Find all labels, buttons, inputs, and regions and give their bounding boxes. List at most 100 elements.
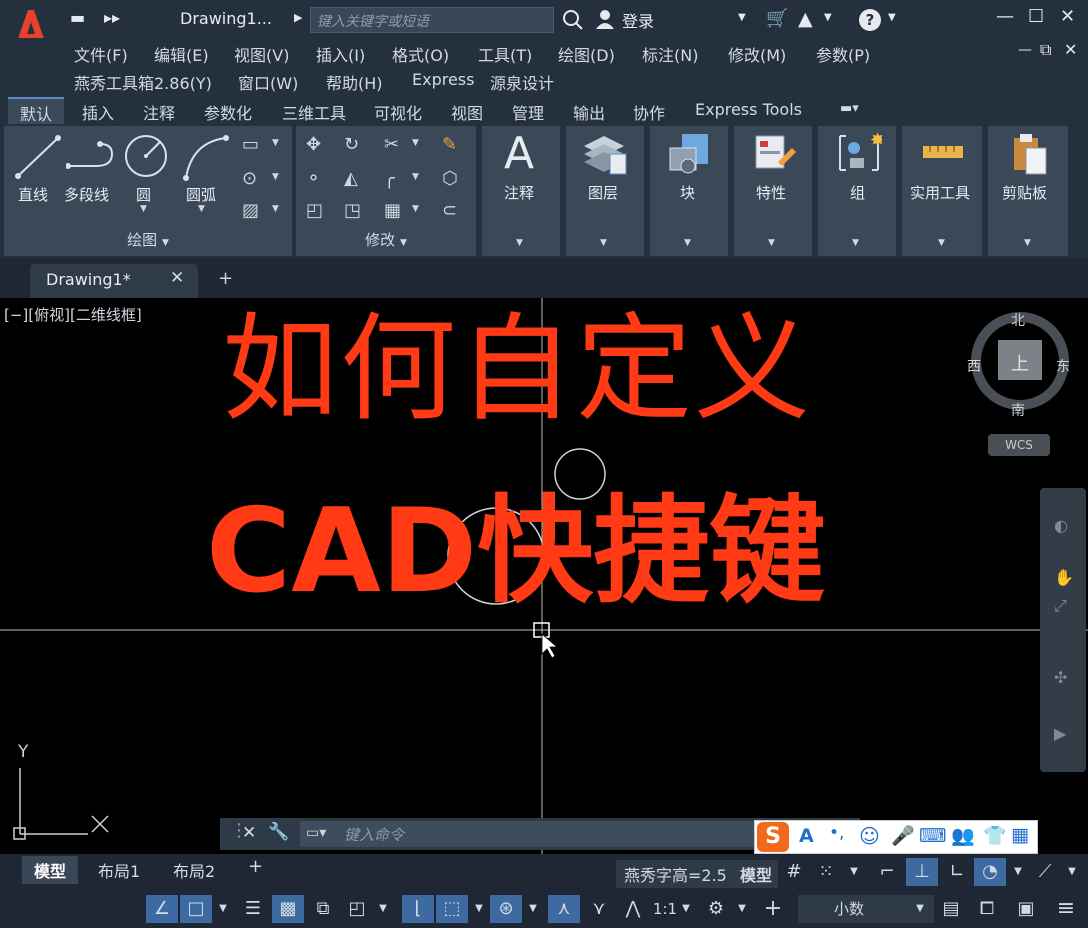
close-window-icon[interactable]: ✕ [1060, 6, 1075, 27]
circle-icon[interactable] [122, 132, 170, 180]
ime-english-icon[interactable]: A [799, 825, 814, 847]
tab-parametric[interactable]: 参数化 [204, 100, 252, 124]
ime-keyboard-icon[interactable]: ⌨ [919, 825, 946, 847]
draw-panel-footer[interactable]: 绘图 ▼ [4, 229, 292, 250]
gizmo-dropdown-icon[interactable]: ▼ [524, 895, 542, 923]
menu-insert[interactable]: 插入(I) [316, 42, 365, 66]
arc-label[interactable]: 圆弧 [186, 184, 216, 205]
clipboard-dropdown-icon[interactable]: ▼ [1024, 238, 1031, 248]
properties-dropdown-icon[interactable]: ▼ [768, 238, 775, 248]
group-dropdown-icon[interactable]: ▼ [852, 238, 859, 248]
ellipse-dropdown-icon[interactable]: ▼ [272, 172, 279, 182]
annotation-panel[interactable]: A 注释 ▼ [482, 126, 560, 256]
model-space-button[interactable]: 模型 [734, 860, 779, 888]
auto-scale-icon[interactable]: ⋎ [584, 895, 614, 923]
pan-icon[interactable]: ✋ [1054, 568, 1074, 587]
selection-filter-icon[interactable]: ⬚ [436, 895, 468, 923]
tab-annotate[interactable]: 注释 [143, 100, 175, 124]
rectangle-dropdown-icon[interactable]: ▼ [272, 138, 279, 148]
rectangle-icon[interactable]: ▭ [242, 134, 259, 155]
doc-close-icon[interactable]: ✕ [1064, 40, 1077, 59]
command-customize-icon[interactable]: 🔧 [268, 822, 289, 842]
tab-model[interactable]: 模型 [22, 856, 79, 884]
units-dropdown-icon[interactable]: ▼ [910, 895, 930, 923]
minimize-icon[interactable]: — [996, 6, 1014, 27]
clipboard-panel[interactable]: 剪贴板 ▼ [988, 126, 1068, 256]
steering-wheel-icon[interactable]: ◐ [1054, 516, 1068, 535]
doc-restore-icon[interactable]: ⧉ [1040, 40, 1051, 60]
viewcube-top-face[interactable]: 上 [1011, 350, 1029, 376]
drawing-tab[interactable]: Drawing1* ✕ [30, 264, 198, 298]
a360-dropdown-icon[interactable]: ▼ [824, 12, 832, 23]
tab-3d-tools[interactable]: 三维工具 [282, 100, 346, 124]
viewcube-north[interactable]: 北 [1011, 310, 1025, 330]
arc-dropdown-icon[interactable]: ▼ [198, 204, 205, 214]
orbit-icon[interactable]: ✣ [1054, 668, 1067, 687]
menu-yuanquan[interactable]: 源泉设计 [490, 70, 554, 94]
tab-layout1[interactable]: 布局1 [98, 858, 140, 882]
a360-icon[interactable]: ▲ [798, 8, 813, 30]
snap-icon[interactable]: ⁙ [812, 858, 840, 886]
new-file-icon[interactable]: ▬ [70, 8, 85, 27]
close-tab-icon[interactable]: ✕ [170, 268, 184, 288]
hatch-dropdown-icon[interactable]: ▼ [272, 204, 279, 214]
block-dropdown-icon[interactable]: ▼ [684, 238, 691, 248]
customization-menu-icon[interactable]: ≡ [1050, 895, 1082, 923]
menu-modify[interactable]: 修改(M) [728, 42, 786, 66]
title-arrow-icon[interactable]: ▶ [294, 11, 302, 24]
erase-icon[interactable]: ✎ [442, 134, 457, 155]
ime-toolbox-icon[interactable]: ▦ [1011, 824, 1029, 846]
polyline-icon[interactable] [66, 136, 120, 180]
new-layout-icon[interactable]: + [248, 856, 263, 877]
circle-label[interactable]: 圆 [136, 184, 151, 205]
line-label[interactable]: 直线 [18, 184, 48, 205]
recent-commands-icon[interactable]: ▭▾ [306, 825, 326, 841]
ortho-icon[interactable]: ∟ [942, 858, 972, 886]
help-dropdown-icon[interactable]: ▼ [888, 12, 896, 23]
tab-visualize[interactable]: 可视化 [374, 100, 422, 124]
quick-properties-icon[interactable]: ▤ [936, 895, 966, 923]
help-icon[interactable]: ? [858, 8, 882, 32]
ime-skin-icon[interactable]: 👕 [983, 824, 1007, 847]
utilities-panel[interactable]: 实用工具 ▼ [902, 126, 982, 256]
menu-tools[interactable]: 工具(T) [478, 42, 532, 66]
dynamic-input-icon[interactable]: ⊥ [906, 858, 938, 886]
move-icon[interactable]: ✥ [306, 134, 321, 155]
arc-icon[interactable] [182, 134, 232, 182]
search-icon[interactable] [562, 9, 584, 31]
quick-access-more-icon[interactable]: ▸▸ [104, 8, 120, 27]
offset-icon[interactable]: ⊂ [442, 200, 457, 221]
ellipse-icon[interactable]: ⊙ [242, 168, 257, 189]
isodraft-dropdown-icon[interactable]: ▼ [1062, 858, 1082, 886]
stretch-icon[interactable]: ◰ [306, 200, 323, 221]
menu-express[interactable]: Express [412, 70, 474, 89]
modify-panel-dropdown-icon[interactable]: ▼ [400, 238, 407, 248]
ime-emoji-icon[interactable]: ☺ [859, 824, 880, 848]
line-icon[interactable] [14, 132, 64, 182]
infer-constraints-icon[interactable]: ⌐ [872, 858, 902, 886]
layers-panel[interactable]: 图层 ▼ [566, 126, 644, 256]
command-input[interactable]: 键入命令 [300, 821, 760, 847]
drawing-canvas[interactable]: [−][俯视][二维线框] Y 如何自定义 CAD快捷键 北 西 东 南 上 W… [0, 298, 1088, 854]
utilities-dropdown-icon[interactable]: ▼ [938, 238, 945, 248]
transparency-icon[interactable]: ▩ [272, 895, 304, 923]
snap-dropdown-icon[interactable]: ▼ [844, 858, 864, 886]
object-snap-icon[interactable]: □ [180, 895, 212, 923]
wcs-menu[interactable]: WCS [988, 434, 1050, 456]
ribbon-minimize-icon[interactable]: ▬▾ [840, 101, 859, 116]
maximize-icon[interactable]: ☐ [1028, 6, 1044, 27]
annotation-scale-value[interactable]: 1:1 [652, 895, 678, 923]
mirror-icon[interactable]: ◭ [344, 168, 358, 189]
scale-dropdown-icon[interactable]: ▼ [678, 895, 694, 923]
menu-edit[interactable]: 编辑(E) [154, 42, 209, 66]
cart-icon[interactable]: 🛒 [766, 8, 788, 29]
menu-help[interactable]: 帮助(H) [326, 70, 383, 94]
showmotion-icon[interactable]: ▶ [1054, 724, 1066, 743]
annotation-scale-icon[interactable]: ⋀ [618, 895, 648, 923]
viewcube-south[interactable]: 南 [1011, 400, 1025, 420]
tab-home[interactable]: 默认 [8, 97, 65, 127]
viewcube-west[interactable]: 西 [967, 356, 981, 376]
doc-minimize-icon[interactable]: — [1018, 42, 1032, 58]
menu-yanxiu[interactable]: 燕秀工具箱2.86(Y) [74, 70, 212, 94]
graphics-performance-icon[interactable]: ▣ [1010, 895, 1042, 923]
